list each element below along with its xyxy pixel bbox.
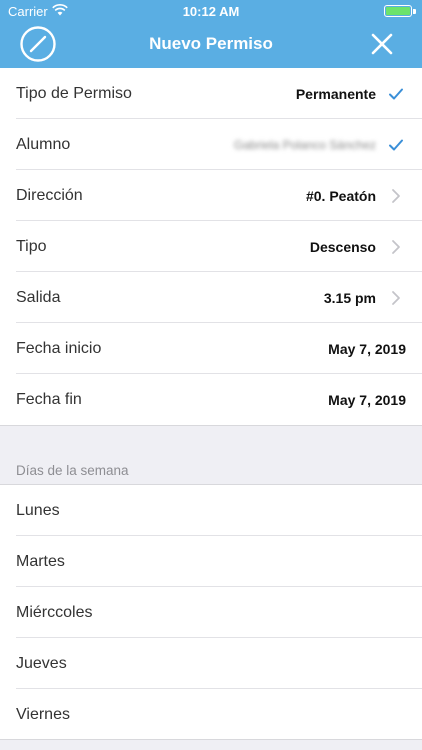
row-alumno[interactable]: Alumno Gabriela Polanco Sánchez	[0, 119, 422, 170]
permit-form: Tipo de Permiso Permanente Alumno Gabrie…	[0, 68, 422, 425]
days-list: Lunes Martes Miérccoles Jueves Viernes	[0, 485, 422, 739]
app-header: Carrier 10:12 AM Nuevo Permiso	[0, 0, 422, 68]
checkmark-icon	[386, 84, 406, 104]
row-direccion[interactable]: Dirección #0. Peatón	[0, 170, 422, 221]
day-item-lunes[interactable]: Lunes	[0, 485, 422, 536]
row-label: Tipo	[16, 237, 47, 255]
day-item-martes[interactable]: Martes	[0, 536, 422, 587]
row-fecha-inicio[interactable]: Fecha inicio May 7, 2019	[0, 323, 422, 374]
row-label: Salida	[16, 288, 61, 306]
row-value: #0. Peatón	[305, 187, 376, 204]
status-time: 10:12 AM	[182, 4, 240, 19]
row-salida[interactable]: Salida 3.15 pm	[0, 272, 422, 323]
status-bar: Carrier 10:12 AM	[0, 0, 422, 22]
navigation-bar: Nuevo Permiso	[0, 22, 422, 68]
row-value: May 7, 2019	[328, 391, 406, 408]
row-label: Dirección	[16, 186, 83, 204]
row-value: Gabriela Polanco Sánchez	[233, 137, 376, 152]
day-label: Lunes	[16, 501, 60, 519]
row-label: Tipo de Permiso	[16, 84, 132, 102]
row-value: 3.15 pm	[323, 289, 376, 306]
section-divider	[0, 425, 422, 426]
section-divider	[0, 739, 422, 740]
battery-tip	[413, 9, 416, 14]
row-label: Fecha fin	[16, 390, 82, 408]
chevron-right-icon	[386, 186, 406, 206]
row-label: Fecha inicio	[16, 339, 102, 357]
chevron-right-icon	[386, 288, 406, 308]
day-label: Martes	[16, 552, 65, 570]
day-item-viernes[interactable]: Viernes	[0, 689, 422, 740]
checkmark-icon	[386, 135, 406, 155]
day-label: Miérccoles	[16, 603, 93, 621]
row-label: Alumno	[16, 135, 71, 153]
close-icon[interactable]	[368, 30, 396, 58]
days-section-header: Días de la semana	[16, 463, 129, 478]
row-fecha-fin[interactable]: Fecha fin May 7, 2019	[0, 374, 422, 425]
row-value: Descenso	[309, 238, 376, 255]
row-value: May 7, 2019	[328, 340, 406, 357]
page-title: Nuevo Permiso	[149, 34, 273, 53]
row-value: Permanente	[295, 85, 376, 102]
day-label: Jueves	[16, 654, 67, 672]
day-label: Viernes	[16, 705, 70, 723]
day-item-jueves[interactable]: Jueves	[0, 638, 422, 689]
day-item-miercoles[interactable]: Miérccoles	[0, 587, 422, 638]
chevron-right-icon	[386, 237, 406, 257]
row-tipo-permiso[interactable]: Tipo de Permiso Permanente	[0, 68, 422, 119]
row-tipo[interactable]: Tipo Descenso	[0, 221, 422, 272]
battery-icon	[384, 5, 412, 17]
